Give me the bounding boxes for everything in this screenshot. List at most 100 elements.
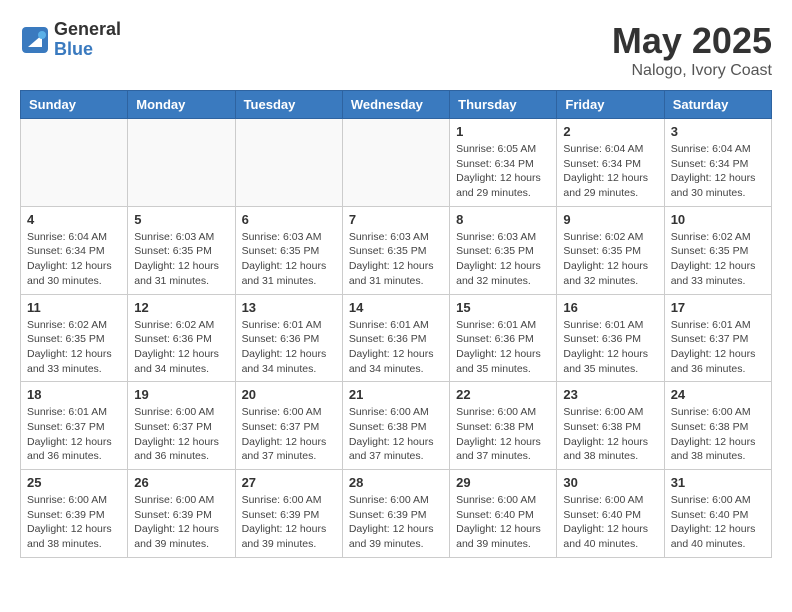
day-info: Sunrise: 6:00 AM Sunset: 6:38 PM Dayligh… — [563, 405, 657, 464]
calendar-week-row: 25 Sunrise: 6:00 AM Sunset: 6:39 PM Dayli… — [21, 470, 772, 558]
calendar-cell: 9Sunrise: 6:02 AM Sunset: 6:35 PM Daylig… — [557, 206, 664, 294]
day-number: 22 — [456, 387, 550, 402]
calendar-cell: 3Sunrise: 6:04 AM Sunset: 6:34 PM Daylig… — [664, 119, 771, 207]
calendar-header-row: SundayMondayTuesdayWednesdayThursdayFrid… — [21, 91, 772, 119]
day-number: 1 — [456, 124, 550, 139]
day-info: Sunrise: 6:04 AM Sunset: 6:34 PM Dayligh… — [671, 142, 765, 201]
day-number: 12 — [134, 300, 228, 315]
day-info: Sunrise: 6:03 AM Sunset: 6:35 PM Dayligh… — [456, 230, 550, 289]
day-number: 8 — [456, 212, 550, 227]
day-info: Sunrise: 6:03 AM Sunset: 6:35 PM Dayligh… — [134, 230, 228, 289]
calendar-cell: 5 Sunrise: 6:03 AM Sunset: 6:35 PM Daylig… — [128, 206, 235, 294]
page-header: General Blue May 2025 Nalogo, Ivory Coas… — [20, 20, 772, 80]
day-number: 14 — [349, 300, 443, 315]
day-number: 26 — [134, 475, 228, 490]
day-info: Sunrise: 6:01 AM Sunset: 6:36 PM Dayligh… — [563, 318, 657, 377]
day-info: Sunrise: 6:02 AM Sunset: 6:35 PM Dayligh… — [671, 230, 765, 289]
day-info: Sunrise: 6:01 AM Sunset: 6:37 PM Dayligh… — [27, 405, 121, 464]
day-info: Sunrise: 6:00 AM Sunset: 6:39 PM Dayligh… — [134, 493, 228, 552]
calendar-cell: 16 Sunrise: 6:01 AM Sunset: 6:36 PM Dayli… — [557, 294, 664, 382]
calendar-cell: 4Sunrise: 6:04 AM Sunset: 6:34 PM Daylig… — [21, 206, 128, 294]
day-info: Sunrise: 6:02 AM Sunset: 6:35 PM Dayligh… — [27, 318, 121, 377]
calendar-week-row: 4Sunrise: 6:04 AM Sunset: 6:34 PM Daylig… — [21, 206, 772, 294]
day-number: 6 — [242, 212, 336, 227]
calendar-day-header: Sunday — [21, 91, 128, 119]
calendar-cell: 2 Sunrise: 6:04 AM Sunset: 6:34 PM Daylig… — [557, 119, 664, 207]
day-info: Sunrise: 6:02 AM Sunset: 6:36 PM Dayligh… — [134, 318, 228, 377]
day-info: Sunrise: 6:05 AM Sunset: 6:34 PM Dayligh… — [456, 142, 550, 201]
calendar-cell: 12 Sunrise: 6:02 AM Sunset: 6:36 PM Dayli… — [128, 294, 235, 382]
calendar-cell: 10 Sunrise: 6:02 AM Sunset: 6:35 PM Dayli… — [664, 206, 771, 294]
day-info: Sunrise: 6:00 AM Sunset: 6:37 PM Dayligh… — [134, 405, 228, 464]
day-info: Sunrise: 6:01 AM Sunset: 6:36 PM Dayligh… — [456, 318, 550, 377]
calendar-cell: 20 Sunrise: 6:00 AM Sunset: 6:37 PM Dayli… — [235, 382, 342, 470]
day-number: 20 — [242, 387, 336, 402]
day-info: Sunrise: 6:00 AM Sunset: 6:38 PM Dayligh… — [671, 405, 765, 464]
day-info: Sunrise: 6:00 AM Sunset: 6:40 PM Dayligh… — [456, 493, 550, 552]
day-info: Sunrise: 6:00 AM Sunset: 6:38 PM Dayligh… — [456, 405, 550, 464]
day-info: Sunrise: 6:00 AM Sunset: 6:40 PM Dayligh… — [671, 493, 765, 552]
calendar: SundayMondayTuesdayWednesdayThursdayFrid… — [20, 90, 772, 558]
calendar-cell: 25 Sunrise: 6:00 AM Sunset: 6:39 PM Dayli… — [21, 470, 128, 558]
day-number: 9 — [563, 212, 657, 227]
calendar-cell: 17 Sunrise: 6:01 AM Sunset: 6:37 PM Dayli… — [664, 294, 771, 382]
day-number: 27 — [242, 475, 336, 490]
day-number: 10 — [671, 212, 765, 227]
day-info: Sunrise: 6:01 AM Sunset: 6:36 PM Dayligh… — [349, 318, 443, 377]
day-number: 11 — [27, 300, 121, 315]
day-number: 28 — [349, 475, 443, 490]
day-number: 7 — [349, 212, 443, 227]
day-number: 5 — [134, 212, 228, 227]
calendar-cell: 7Sunrise: 6:03 AM Sunset: 6:35 PM Daylig… — [342, 206, 449, 294]
calendar-cell — [128, 119, 235, 207]
logo-icon — [20, 25, 50, 55]
calendar-cell — [235, 119, 342, 207]
day-info: Sunrise: 6:01 AM Sunset: 6:37 PM Dayligh… — [671, 318, 765, 377]
title-block: May 2025 Nalogo, Ivory Coast — [612, 20, 772, 80]
day-number: 25 — [27, 475, 121, 490]
day-info: Sunrise: 6:00 AM Sunset: 6:39 PM Dayligh… — [349, 493, 443, 552]
logo-text: General Blue — [54, 20, 121, 60]
calendar-cell: 8 Sunrise: 6:03 AM Sunset: 6:35 PM Daylig… — [450, 206, 557, 294]
day-info: Sunrise: 6:01 AM Sunset: 6:36 PM Dayligh… — [242, 318, 336, 377]
day-number: 16 — [563, 300, 657, 315]
day-number: 18 — [27, 387, 121, 402]
calendar-week-row: 18 Sunrise: 6:01 AM Sunset: 6:37 PM Dayli… — [21, 382, 772, 470]
day-info: Sunrise: 6:00 AM Sunset: 6:38 PM Dayligh… — [349, 405, 443, 464]
day-info: Sunrise: 6:04 AM Sunset: 6:34 PM Dayligh… — [27, 230, 121, 289]
day-number: 30 — [563, 475, 657, 490]
calendar-cell: 18 Sunrise: 6:01 AM Sunset: 6:37 PM Dayli… — [21, 382, 128, 470]
calendar-cell: 21 Sunrise: 6:00 AM Sunset: 6:38 PM Dayli… — [342, 382, 449, 470]
day-number: 29 — [456, 475, 550, 490]
day-number: 13 — [242, 300, 336, 315]
day-info: Sunrise: 6:00 AM Sunset: 6:37 PM Dayligh… — [242, 405, 336, 464]
day-number: 2 — [563, 124, 657, 139]
calendar-cell: 15Sunrise: 6:01 AM Sunset: 6:36 PM Dayli… — [450, 294, 557, 382]
day-info: Sunrise: 6:00 AM Sunset: 6:40 PM Dayligh… — [563, 493, 657, 552]
calendar-cell: 19 Sunrise: 6:00 AM Sunset: 6:37 PM Dayli… — [128, 382, 235, 470]
calendar-cell — [342, 119, 449, 207]
day-number: 19 — [134, 387, 228, 402]
calendar-cell: 14 Sunrise: 6:01 AM Sunset: 6:36 PM Dayli… — [342, 294, 449, 382]
calendar-day-header: Wednesday — [342, 91, 449, 119]
calendar-week-row: 1 Sunrise: 6:05 AM Sunset: 6:34 PM Daylig… — [21, 119, 772, 207]
day-number: 23 — [563, 387, 657, 402]
day-number: 24 — [671, 387, 765, 402]
day-info: Sunrise: 6:04 AM Sunset: 6:34 PM Dayligh… — [563, 142, 657, 201]
calendar-day-header: Saturday — [664, 91, 771, 119]
calendar-cell: 28 Sunrise: 6:00 AM Sunset: 6:39 PM Dayli… — [342, 470, 449, 558]
calendar-day-header: Friday — [557, 91, 664, 119]
calendar-cell: 29 Sunrise: 6:00 AM Sunset: 6:40 PM Dayli… — [450, 470, 557, 558]
logo: General Blue — [20, 20, 121, 60]
calendar-cell: 26 Sunrise: 6:00 AM Sunset: 6:39 PM Dayli… — [128, 470, 235, 558]
day-info: Sunrise: 6:03 AM Sunset: 6:35 PM Dayligh… — [242, 230, 336, 289]
day-info: Sunrise: 6:00 AM Sunset: 6:39 PM Dayligh… — [27, 493, 121, 552]
day-number: 17 — [671, 300, 765, 315]
calendar-cell: 13 Sunrise: 6:01 AM Sunset: 6:36 PM Dayli… — [235, 294, 342, 382]
day-number: 21 — [349, 387, 443, 402]
calendar-day-header: Monday — [128, 91, 235, 119]
calendar-week-row: 11 Sunrise: 6:02 AM Sunset: 6:35 PM Dayli… — [21, 294, 772, 382]
calendar-cell: 1 Sunrise: 6:05 AM Sunset: 6:34 PM Daylig… — [450, 119, 557, 207]
calendar-cell: 22 Sunrise: 6:00 AM Sunset: 6:38 PM Dayli… — [450, 382, 557, 470]
calendar-cell: 6 Sunrise: 6:03 AM Sunset: 6:35 PM Daylig… — [235, 206, 342, 294]
